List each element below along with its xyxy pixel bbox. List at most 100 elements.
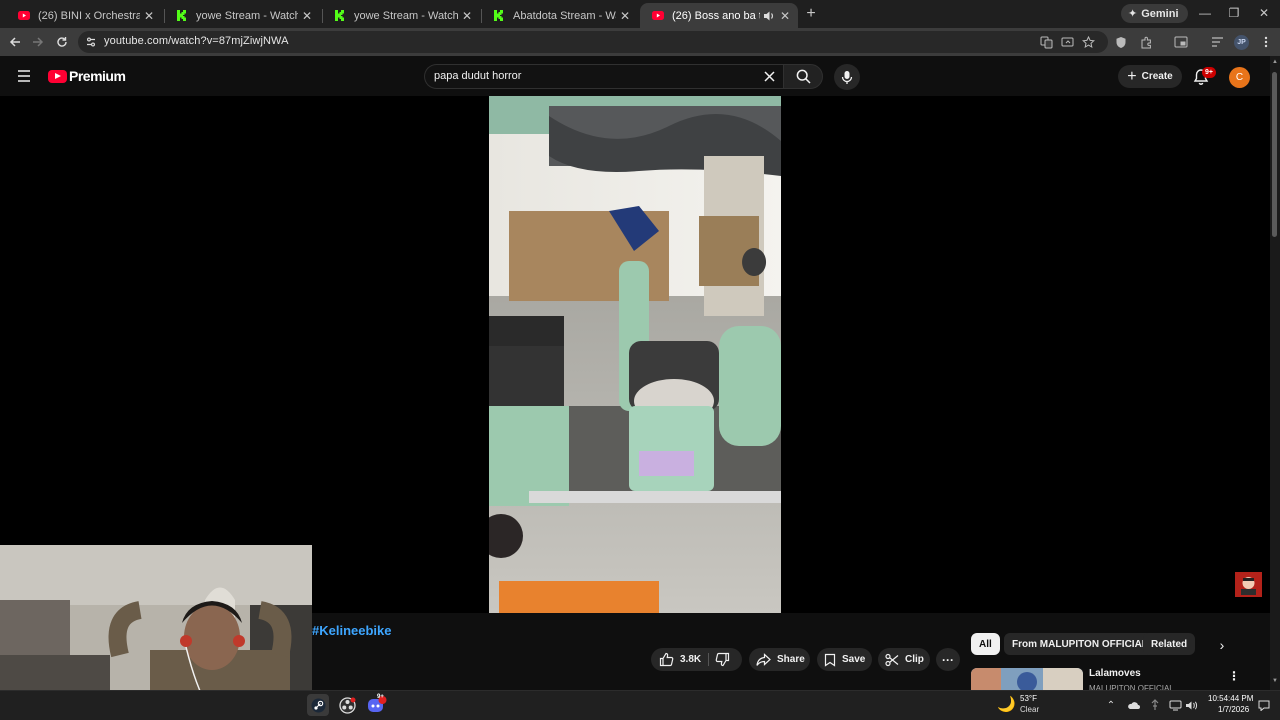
voice-search-button[interactable]	[834, 64, 860, 90]
close-tab-icon[interactable]: ✕	[302, 8, 312, 24]
recommended-video-thumbnail[interactable]	[971, 668, 1083, 692]
chip-all[interactable]: All	[971, 633, 1000, 655]
tab-title: yowe Stream - Watch Live on Kick	[354, 9, 458, 22]
save-label: Save	[842, 654, 866, 665]
reading-list-icon[interactable]	[1207, 32, 1227, 52]
like-count: 3.8K	[680, 654, 702, 665]
tab-title: (26) Boss ano ba talaga hanap mo	[672, 9, 760, 22]
usb-device-icon[interactable]	[1148, 698, 1162, 712]
gemini-label: Gemini	[1141, 7, 1179, 20]
url-text[interactable]: youtube.com/watch?v=87mjZiwjNWA	[104, 35, 289, 47]
arrow-left-icon	[9, 37, 20, 47]
share-arrow-icon	[756, 652, 771, 666]
close-tab-icon[interactable]: ✕	[462, 8, 472, 24]
channel-watermark[interactable]	[1235, 572, 1262, 597]
thumbs-up-icon	[659, 652, 674, 667]
browser-tab-5-active[interactable]: (26) Boss ano ba talaga hanap mo ✕	[640, 3, 798, 28]
kick-icon	[176, 10, 188, 22]
scroll-up-arrow-icon[interactable]: ▲	[1272, 59, 1278, 65]
clip-label: Clip	[905, 654, 924, 665]
show-hidden-icons-chevron-icon[interactable]: ⌃	[1104, 698, 1118, 712]
search-icon	[796, 69, 811, 84]
tab-title: (26) BINI x Orchestra of the Filipino Yo…	[38, 9, 140, 22]
create-button[interactable]: + Create	[1118, 65, 1182, 88]
search-button[interactable]	[783, 64, 823, 89]
scissors-icon	[885, 653, 899, 666]
tab-title: yowe Stream - Watch Live on Kick	[196, 9, 298, 22]
close-tab-icon[interactable]: ✕	[780, 8, 790, 24]
close-window-button[interactable]: ✕	[1249, 3, 1279, 23]
weather-condition[interactable]: Clear	[1020, 705, 1039, 714]
chip-from-channel[interactable]: From MALUPITON OFFICIAL	[1004, 633, 1156, 655]
chrome-menu-icon[interactable]	[1256, 32, 1276, 52]
weather-temperature[interactable]: 53°F	[1020, 694, 1037, 703]
browser-tab-3[interactable]: yowe Stream - Watch Live on Kick ✕	[322, 3, 480, 28]
site-info-icon[interactable]	[81, 32, 101, 52]
chevron-right-icon[interactable]: ›	[1212, 636, 1232, 654]
logo-wordmark: Premium	[69, 68, 126, 84]
video-hashtag-link[interactable]: #Kelineebike	[312, 623, 392, 638]
browser-tab-2[interactable]: yowe Stream - Watch Live on Kick ✕	[164, 3, 320, 28]
network-icon[interactable]	[1168, 698, 1182, 712]
speaker-icon[interactable]	[762, 9, 776, 23]
extensions-puzzle-icon[interactable]	[1136, 32, 1156, 52]
video-frame[interactable]	[489, 96, 781, 613]
clip-button[interactable]: Clip	[878, 648, 930, 671]
search-input-value[interactable]: papa dudut horror	[434, 70, 521, 82]
account-avatar[interactable]: C	[1229, 67, 1250, 88]
steam-app-icon[interactable]	[307, 694, 329, 716]
save-button[interactable]: Save	[817, 648, 872, 671]
volume-icon[interactable]	[1184, 698, 1198, 712]
youtube-logo-icon	[48, 69, 67, 83]
onedrive-cloud-icon[interactable]	[1126, 698, 1140, 712]
browser-tab-1[interactable]: (26) BINI x Orchestra of the Filipino Yo…	[6, 3, 162, 28]
notification-center-icon[interactable]	[1257, 698, 1271, 712]
kick-icon	[493, 10, 505, 22]
shield-icon[interactable]	[1111, 32, 1131, 52]
minimize-window-button[interactable]: —	[1190, 3, 1220, 23]
youtube-premium-logo[interactable]: Premium	[48, 68, 126, 84]
microphone-icon	[841, 70, 853, 84]
recommended-video-title[interactable]: Lalamoves	[1089, 668, 1141, 679]
thumbs-down-icon	[715, 652, 730, 667]
clear-search-icon[interactable]	[761, 68, 778, 85]
moon-weather-icon[interactable]: 🌙	[997, 695, 1016, 713]
share-button[interactable]: Share	[749, 648, 810, 671]
recommendation-menu-icon[interactable]: ⋮	[1228, 669, 1240, 683]
kick-icon	[334, 10, 346, 22]
restore-window-button[interactable]: ❐	[1219, 3, 1249, 23]
like-dislike-group: 3.8K	[651, 648, 742, 671]
like-button[interactable]: 3.8K	[651, 648, 708, 671]
back-button[interactable]	[5, 32, 25, 52]
plus-icon: +	[1127, 67, 1137, 85]
close-tab-icon[interactable]: ✕	[144, 8, 154, 24]
scroll-down-arrow-icon[interactable]: ▼	[1272, 678, 1278, 684]
discord-notification-badge: 9+	[377, 694, 384, 700]
forward-button[interactable]	[28, 32, 48, 52]
taskbar-clock-time[interactable]: 10:54:44 PM	[1208, 694, 1253, 703]
translate-icon[interactable]	[1036, 32, 1056, 52]
browser-tab-4[interactable]: Abatdota Stream - Watch Live on Kick ✕	[481, 3, 638, 28]
chip-related[interactable]: Related	[1143, 633, 1196, 655]
hamburger-menu-icon[interactable]	[14, 66, 34, 86]
reload-button[interactable]	[52, 32, 72, 52]
youtube-icon	[18, 10, 30, 22]
picture-in-picture-icon[interactable]	[1171, 32, 1191, 52]
share-label: Share	[777, 654, 805, 665]
video-frame-image	[489, 96, 781, 613]
taskbar-clock-date[interactable]: 1/7/2026	[1218, 705, 1249, 714]
scrollbar-thumb[interactable]	[1272, 72, 1277, 237]
gemini-button[interactable]: ✦ Gemini	[1121, 4, 1188, 23]
bookmark-star-icon[interactable]	[1078, 32, 1098, 52]
cast-icon[interactable]	[1057, 32, 1077, 52]
notification-count-badge: 9+	[1202, 67, 1216, 78]
dislike-button[interactable]	[709, 648, 742, 671]
reload-icon	[57, 37, 67, 47]
tab-title: Abatdota Stream - Watch Live on Kick	[513, 9, 616, 22]
close-tab-icon[interactable]: ✕	[620, 8, 630, 24]
profile-avatar[interactable]: JP	[1234, 35, 1249, 50]
more-actions-icon[interactable]: ···	[936, 648, 960, 671]
new-tab-button[interactable]: +	[802, 5, 820, 23]
obs-app-icon[interactable]	[336, 694, 358, 716]
arrow-right-icon	[33, 37, 44, 47]
